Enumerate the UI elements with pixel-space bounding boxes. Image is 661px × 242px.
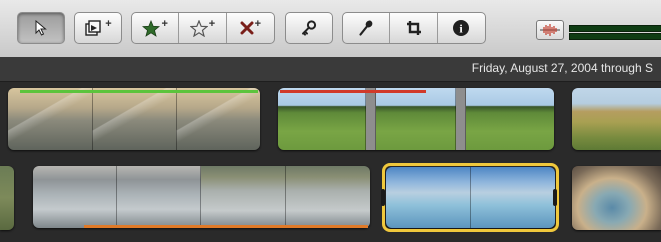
plus-sign: + xyxy=(105,18,112,30)
clip-gap xyxy=(366,88,376,150)
mark-favorite-button[interactable]: + xyxy=(132,13,180,43)
audio-meter-button[interactable] xyxy=(536,20,564,40)
event-header: Friday, August 27, 2004 through S xyxy=(0,57,661,82)
event-date-range: Friday, August 27, 2004 through S xyxy=(471,61,653,75)
clip-frame xyxy=(466,88,554,150)
plus-sign: + xyxy=(208,18,216,30)
hot-spring-clip[interactable] xyxy=(386,167,555,228)
clip-frame xyxy=(376,88,456,150)
clip-frame xyxy=(471,167,555,228)
used-marker-bar xyxy=(84,225,368,228)
rating-segment: + + + xyxy=(131,12,275,44)
reject-button[interactable]: + xyxy=(227,13,274,43)
arrow-tool-button[interactable] xyxy=(17,12,65,44)
clip-frame xyxy=(201,166,286,228)
selection-handle-right[interactable] xyxy=(553,189,557,206)
audio-level-meter-bottom xyxy=(569,33,661,40)
audio-level-meter-top xyxy=(569,25,661,32)
clip-frame xyxy=(386,167,471,228)
clip-gap xyxy=(456,88,466,150)
plus-sign: + xyxy=(161,18,168,30)
add-clip-icon xyxy=(85,20,101,36)
mountain-clip[interactable] xyxy=(8,88,260,150)
outline-star-plus-icon xyxy=(189,19,208,37)
x-plus-icon xyxy=(240,21,254,35)
prairie-clip[interactable] xyxy=(278,88,554,150)
event-browser xyxy=(0,82,661,242)
tools-segment: i xyxy=(342,12,486,44)
info-icon: i xyxy=(453,20,470,36)
reject-marker-bar xyxy=(280,90,426,93)
toolbar: + + + + i xyxy=(0,0,661,58)
filled-star-plus-icon xyxy=(142,19,161,37)
inspector-button[interactable]: i xyxy=(438,13,485,43)
keyword-button[interactable] xyxy=(285,12,333,44)
clip-frame xyxy=(572,166,661,230)
add-to-project-button[interactable]: + xyxy=(74,12,122,44)
clip-frame xyxy=(177,88,260,150)
unmark-button[interactable]: + xyxy=(179,13,227,43)
voiceover-button[interactable] xyxy=(343,13,391,43)
river-clip[interactable] xyxy=(33,166,370,228)
clip-frame xyxy=(8,88,93,150)
plains-clip[interactable] xyxy=(572,88,661,150)
crop-button[interactable] xyxy=(390,13,438,43)
geyser-pool-clip[interactable] xyxy=(572,166,661,230)
key-icon xyxy=(302,20,317,36)
clip-frame xyxy=(286,166,370,228)
clip-frame xyxy=(0,166,14,230)
selection-handle-left[interactable] xyxy=(381,189,385,206)
clip-frame xyxy=(278,88,366,150)
clip-frame xyxy=(93,88,177,150)
clip-frame xyxy=(33,166,117,228)
crop-icon xyxy=(406,21,421,35)
arrow-pointer-icon xyxy=(35,20,47,36)
clip-frame xyxy=(572,88,661,150)
microphone-icon xyxy=(359,20,373,36)
favorite-marker-bar xyxy=(20,90,258,93)
plus-sign: + xyxy=(254,18,262,30)
waveform-icon xyxy=(540,24,560,36)
edge-clip[interactable] xyxy=(0,166,14,230)
clip-frame xyxy=(117,166,201,228)
